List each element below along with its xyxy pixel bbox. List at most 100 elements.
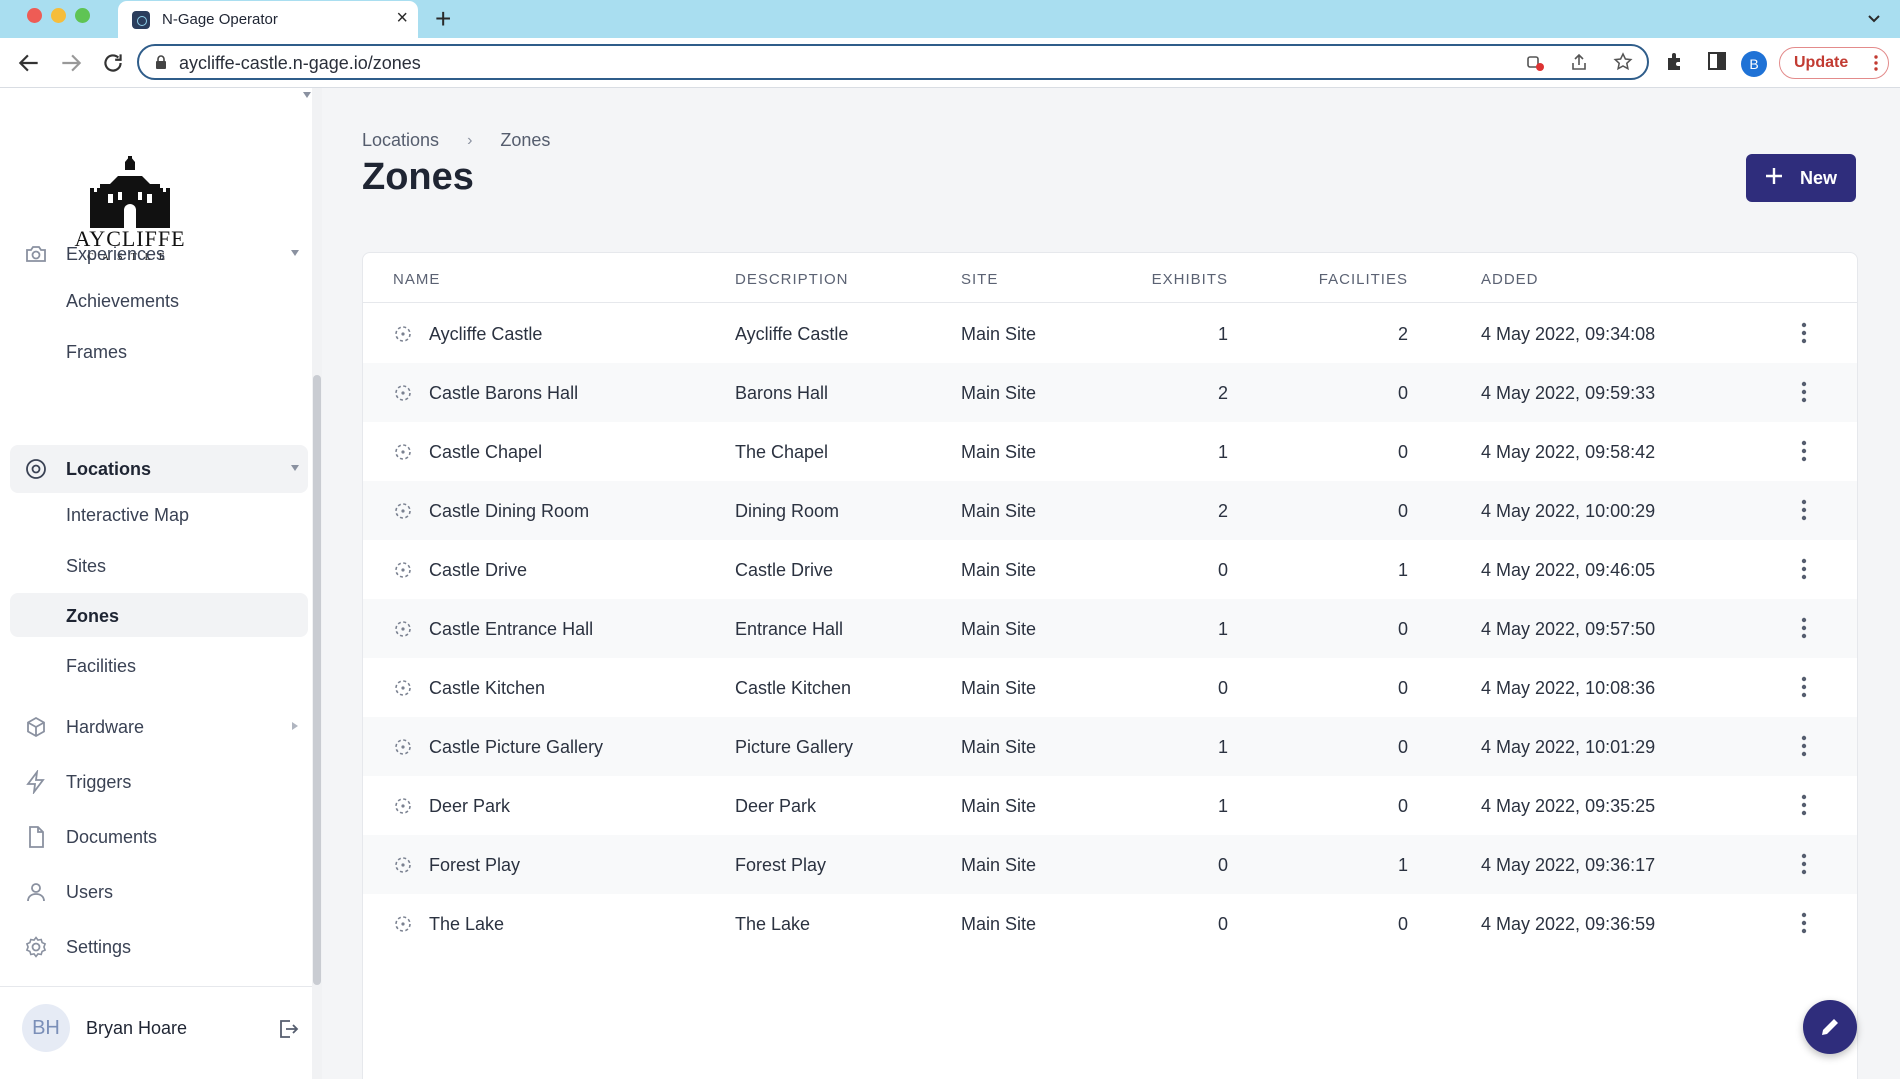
minimize-window-button[interactable]	[51, 8, 66, 23]
sidebar-item-clipped[interactable]	[22, 88, 312, 104]
sidebar-item-documents[interactable]: Documents	[10, 813, 308, 861]
sidebar-item-zones[interactable]: Zones	[10, 593, 308, 637]
sidebar-item-achievements[interactable]: Achievements	[10, 278, 308, 322]
browser-tab[interactable]: N-Gage Operator ×	[118, 1, 418, 38]
new-tab-button[interactable]: +	[435, 3, 451, 35]
zone-exhibits: 1	[1217, 737, 1228, 757]
table-row[interactable]: Castle Kitchen Castle Kitchen Main Site 0 0 4…	[363, 658, 1857, 717]
row-actions-kebab-icon[interactable]	[1801, 440, 1807, 462]
edit-fab-button[interactable]	[1803, 1000, 1857, 1054]
row-actions-kebab-icon[interactable]	[1801, 499, 1807, 521]
table-row[interactable]: Castle Chapel The Chapel Main Site 1 0 4 May …	[363, 422, 1857, 481]
blocked-camera-icon[interactable]	[1525, 52, 1545, 72]
address-bar[interactable]: aycliffe-castle.n-gage.io/zones	[137, 44, 1649, 80]
logout-icon[interactable]	[276, 1017, 300, 1041]
sidebar-item-label: Documents	[66, 827, 158, 847]
table-row[interactable]: Deer Park Deer Park Main Site 1 0 4 May 2022,…	[363, 776, 1857, 835]
close-window-button[interactable]	[27, 8, 42, 23]
zone-name[interactable]: The Lake	[429, 914, 504, 935]
table-row[interactable]: Castle Entrance Hall Entrance Hall Main Si…	[363, 599, 1857, 658]
sidebar-item-locations[interactable]: Locations	[10, 445, 308, 493]
table-row[interactable]: Castle Dining Room Dining Room Main Site 2 0…	[363, 481, 1857, 540]
column-header-site[interactable]: SITE	[961, 271, 998, 288]
zone-name[interactable]: Castle Chapel	[429, 442, 542, 463]
row-actions-kebab-icon[interactable]	[1801, 853, 1807, 875]
location-pin-icon	[26, 459, 46, 479]
sidebar-item-frames[interactable]: Frames	[10, 329, 308, 373]
sidebar-item-users[interactable]: Users	[10, 868, 308, 916]
column-header-exhibits[interactable]: EXHIBITS	[1118, 271, 1228, 288]
zone-description: Aycliffe Castle	[735, 324, 849, 344]
update-label: Update	[1794, 54, 1849, 71]
table-row[interactable]: Castle Drive Castle Drive Main Site 0 1 4 May…	[363, 540, 1857, 599]
table-row[interactable]: Castle Barons Hall Barons Hall Main Site 2 0…	[363, 363, 1857, 422]
tab-search-chevron-icon[interactable]	[1866, 10, 1882, 26]
forward-arrow-icon[interactable]	[58, 50, 84, 76]
reload-icon[interactable]	[100, 50, 126, 76]
zone-name[interactable]: Castle Entrance Hall	[429, 619, 593, 640]
row-actions-kebab-icon[interactable]	[1801, 676, 1807, 698]
avatar[interactable]: BH	[22, 1004, 70, 1052]
table-row[interactable]: The Lake The Lake Main Site 0 0 4 May 2022, 0…	[363, 894, 1857, 953]
breadcrumb-link-locations[interactable]: Locations	[362, 130, 439, 151]
sidebar-item-triggers[interactable]: Triggers	[10, 758, 308, 806]
zone-site: Main Site	[961, 324, 1037, 344]
row-actions-kebab-icon[interactable]	[1801, 322, 1807, 344]
breadcrumb-separator-icon: ›	[467, 131, 473, 149]
sidebar-item-sites[interactable]: Sites	[10, 543, 308, 587]
pencil-icon	[1822, 1019, 1838, 1035]
column-header-description[interactable]: DESCRIPTION	[735, 271, 849, 288]
breadcrumb: Locations › Zones	[362, 130, 550, 151]
maximize-window-button[interactable]	[75, 8, 90, 23]
zone-name[interactable]: Deer Park	[429, 796, 510, 817]
close-tab-icon[interactable]: ×	[396, 7, 408, 29]
bookmark-star-icon[interactable]	[1613, 52, 1633, 72]
sidebar-scrollbar-thumb[interactable]	[313, 375, 321, 985]
update-button[interactable]: Update	[1779, 47, 1889, 79]
zone-added: 4 May 2022, 09:46:05	[1481, 560, 1656, 580]
row-actions-kebab-icon[interactable]	[1801, 735, 1807, 757]
row-actions-kebab-icon[interactable]	[1801, 558, 1807, 580]
table-row[interactable]: Forest Play Forest Play Main Site 0 1 4 May 2…	[363, 835, 1857, 894]
row-actions-kebab-icon[interactable]	[1801, 381, 1807, 403]
table-row[interactable]: Castle Picture Gallery Picture Gallery Mai…	[363, 717, 1857, 776]
sidebar-item-label: Facilities	[66, 656, 137, 676]
column-header-name[interactable]: NAME	[393, 271, 440, 288]
back-arrow-icon[interactable]	[16, 50, 42, 76]
column-header-added[interactable]: ADDED	[1481, 271, 1539, 288]
zone-facilities: 1	[1397, 855, 1408, 875]
sidebar-item-facilities[interactable]: Facilities	[10, 643, 308, 687]
zone-name[interactable]: Castle Drive	[429, 560, 527, 581]
share-icon[interactable]	[1569, 52, 1589, 72]
zone-name[interactable]: Aycliffe Castle	[429, 324, 542, 345]
sidebar-item-hardware[interactable]: Hardware	[10, 703, 308, 751]
zone-description: Forest Play	[735, 855, 827, 875]
side-panel-icon[interactable]	[1706, 50, 1728, 72]
browser-tab-bar: N-Gage Operator × +	[0, 0, 1900, 38]
zone-name[interactable]: Forest Play	[429, 855, 520, 876]
table-row[interactable]: Aycliffe Castle Aycliffe Castle Main Site 1…	[363, 304, 1857, 363]
sidebar-item-experiences[interactable]: Experiences	[10, 230, 308, 278]
zone-facilities: 1	[1397, 560, 1408, 580]
zone-description: Castle Kitchen	[735, 678, 852, 698]
zone-icon	[395, 444, 411, 460]
row-actions-kebab-icon[interactable]	[1801, 617, 1807, 639]
profile-avatar[interactable]: B	[1741, 51, 1767, 77]
zone-name[interactable]: Castle Kitchen	[429, 678, 545, 699]
zone-facilities: 0	[1397, 619, 1408, 639]
sidebar-item-settings[interactable]: Settings	[10, 923, 308, 971]
row-actions-kebab-icon[interactable]	[1801, 794, 1807, 816]
new-zone-button[interactable]: New	[1746, 154, 1856, 202]
zone-added: 4 May 2022, 09:36:17	[1481, 855, 1656, 875]
zone-name[interactable]: Castle Picture Gallery	[429, 737, 603, 758]
app-favicon-icon	[132, 11, 150, 29]
zone-name[interactable]: Castle Barons Hall	[429, 383, 578, 404]
chevron-down-icon	[303, 92, 311, 98]
zone-site: Main Site	[961, 619, 1037, 639]
sidebar-item-interactive-map[interactable]: Interactive Map	[10, 492, 308, 536]
zone-name[interactable]: Castle Dining Room	[429, 501, 589, 522]
zone-facilities: 0	[1397, 914, 1408, 934]
extensions-puzzle-icon[interactable]	[1664, 50, 1686, 72]
column-header-facilities[interactable]: FACILITIES	[1298, 271, 1408, 288]
row-actions-kebab-icon[interactable]	[1801, 912, 1807, 934]
